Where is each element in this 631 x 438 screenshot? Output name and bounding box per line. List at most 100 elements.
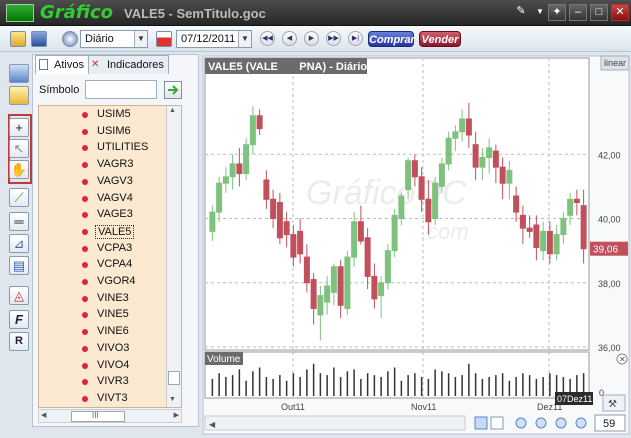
list-item[interactable]: VAGV3 xyxy=(39,174,167,190)
candle-body xyxy=(432,182,439,220)
crosshair-icon[interactable]: + xyxy=(9,118,29,137)
asset-status-icon xyxy=(82,345,88,352)
buy-button[interactable]: Comprar xyxy=(368,31,415,47)
candle-body xyxy=(364,237,371,277)
horizontal-scrollbar[interactable]: ◀ III ▶ xyxy=(38,409,182,423)
previous-icon[interactable]: ◀ xyxy=(282,31,297,46)
y-tick-label: 36,00 xyxy=(598,343,621,353)
scroll-down-icon[interactable]: ▼ xyxy=(169,396,176,403)
list-item[interactable]: VINE6 xyxy=(39,324,167,340)
first-icon[interactable]: ◀◀ xyxy=(260,31,275,46)
zoom-out-icon[interactable] xyxy=(555,417,567,429)
minimize-icon[interactable]: – xyxy=(569,4,587,21)
last-price: 39,06 xyxy=(593,245,618,256)
fibonacci-icon[interactable]: ▤ xyxy=(9,256,29,275)
chevron-down-icon[interactable]: ▼ xyxy=(238,31,251,47)
candle-body xyxy=(405,160,412,191)
channel-icon[interactable]: ⊿ xyxy=(9,234,29,253)
candle-body xyxy=(324,285,331,303)
asset-label: VALE5 xyxy=(95,224,135,239)
date-select[interactable]: 07/12/2011 ▼ xyxy=(176,30,252,48)
scroll-thumb[interactable]: III xyxy=(71,411,125,422)
clock-icon[interactable] xyxy=(62,31,78,47)
sell-button[interactable]: Vender xyxy=(419,31,461,47)
list-item[interactable]: VAGE3 xyxy=(39,207,167,223)
chart-area[interactable]: GráficoOC .com 42,00 40,00 38,00 36,00 Out1… xyxy=(201,54,631,438)
candle-body xyxy=(249,115,256,146)
asset-label: VINE6 xyxy=(97,325,129,338)
list-item[interactable]: UTILITIES xyxy=(39,140,167,156)
candle-body xyxy=(452,131,459,139)
candle-body xyxy=(553,234,560,255)
zoom-icon[interactable] xyxy=(515,417,527,429)
brush-icon[interactable]: ✎ xyxy=(512,4,530,21)
list-item[interactable]: VIVT3 xyxy=(39,391,167,407)
asset-label: VGOR4 xyxy=(97,275,136,287)
trendline-icon[interactable]: ⟋ xyxy=(9,188,29,207)
asset-label: VAGV3 xyxy=(97,174,133,187)
pin-icon[interactable]: ✦ xyxy=(548,4,566,21)
candle-body xyxy=(580,205,587,250)
select-mode-icon[interactable] xyxy=(474,416,488,430)
window-mode-icon[interactable] xyxy=(490,416,504,430)
candle-body xyxy=(222,176,229,184)
list-item[interactable]: VALE5 xyxy=(39,224,167,240)
open-folder-icon[interactable] xyxy=(10,31,26,47)
list-item[interactable]: VIVR3 xyxy=(39,374,167,390)
save-icon[interactable] xyxy=(31,31,47,47)
chevron-down-icon[interactable]: ▼ xyxy=(134,31,147,47)
zoom-in-icon[interactable] xyxy=(535,417,547,429)
list-item[interactable]: VINE5 xyxy=(39,307,167,323)
main-toolbar: Diário ▼ 07/12/2011 ▼ ◀◀ ◀ ▶ ▶▶ ▶| Compr… xyxy=(0,26,631,52)
dropdown-arrow-icon[interactable]: ▼ xyxy=(531,4,549,21)
fast-forward-icon[interactable]: ▶▶ xyxy=(326,31,341,46)
list-item[interactable]: USIM6 xyxy=(39,124,167,140)
list-item[interactable]: VAGR3 xyxy=(39,157,167,173)
scroll-up-icon[interactable]: ▲ xyxy=(169,107,176,114)
last-icon[interactable]: ▶| xyxy=(348,31,363,46)
app-name: Gráfico xyxy=(40,2,114,23)
calendar-icon[interactable] xyxy=(156,31,172,47)
list-item[interactable]: VAGV4 xyxy=(39,191,167,207)
pointer-icon[interactable]: ↖ xyxy=(9,139,29,158)
scroll-right-icon[interactable]: ▶ xyxy=(174,411,179,419)
wrench-glyph: ⚒ xyxy=(608,399,617,410)
panel-toggle-icon[interactable] xyxy=(9,64,29,83)
zoom-value: 59 xyxy=(603,418,615,430)
candle-body xyxy=(486,147,493,159)
shapes-icon[interactable]: ◬ xyxy=(9,286,29,305)
chart-hscroll[interactable] xyxy=(204,415,466,431)
regression-icon[interactable]: R xyxy=(9,332,29,351)
notes-icon[interactable] xyxy=(9,86,29,105)
vertical-scrollbar[interactable]: ▲ ▼ xyxy=(166,106,181,407)
candle-body xyxy=(297,230,304,255)
hand-icon[interactable]: ✋ xyxy=(9,160,29,179)
maximize-icon[interactable]: □ xyxy=(590,4,608,21)
candle-body xyxy=(357,221,364,242)
go-arrow-icon[interactable] xyxy=(164,81,182,99)
close-icon[interactable]: ✕ xyxy=(611,4,629,21)
list-item[interactable]: VINE3 xyxy=(39,291,167,307)
asset-label: VCPA4 xyxy=(97,258,133,271)
formula-icon[interactable]: F xyxy=(9,310,29,329)
left-toolbar: + ↖ ✋ ⟋ ═ ⊿ ▤ ◬ F R xyxy=(7,62,32,422)
zoom-reset-icon[interactable] xyxy=(575,417,587,429)
scroll-left-icon[interactable]: ◀ xyxy=(41,411,46,419)
list-item[interactable]: USIM5 xyxy=(39,107,167,123)
symbol-input[interactable] xyxy=(85,80,157,99)
candle-body xyxy=(492,150,499,168)
list-item[interactable]: VCPA4 xyxy=(39,257,167,273)
symbol-label: Símbolo xyxy=(39,84,80,96)
list-item[interactable]: VIVO3 xyxy=(39,341,167,357)
period-select[interactable]: Diário ▼ xyxy=(80,30,148,48)
candle-body xyxy=(425,198,432,223)
list-item[interactable]: VGOR4 xyxy=(39,274,167,290)
asset-status-icon xyxy=(82,329,88,336)
asset-label: VINE3 xyxy=(97,291,129,304)
scroll-left-icon[interactable]: ◀ xyxy=(209,420,216,429)
list-item[interactable]: VCPA3 xyxy=(39,241,167,257)
list-item[interactable]: VIVO4 xyxy=(39,358,167,374)
horizontal-line-icon[interactable]: ═ xyxy=(9,212,29,231)
next-icon[interactable]: ▶ xyxy=(304,31,319,46)
scroll-thumb[interactable] xyxy=(168,371,180,385)
